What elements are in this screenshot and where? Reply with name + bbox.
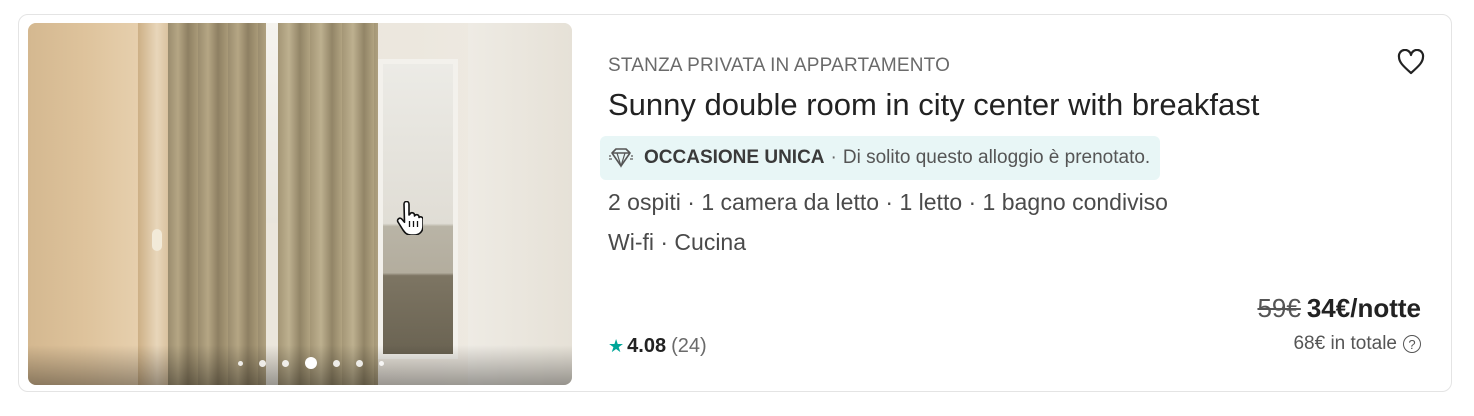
- hand-cursor-icon: [396, 201, 423, 235]
- carousel-dot[interactable]: [379, 360, 384, 366]
- listing-card[interactable]: STANZA PRIVATA IN APPARTAMENTO Sunny dou…: [18, 14, 1452, 392]
- price: 59€ 34€/notte: [1257, 293, 1421, 324]
- carousel-dot[interactable]: [259, 359, 266, 367]
- rating: ★ 4.08 (24): [608, 335, 707, 358]
- carousel-dot[interactable]: [356, 359, 363, 367]
- listing-amenities: Wi-fi · Cucina: [608, 229, 747, 255]
- rating-score: 4.08: [627, 335, 667, 357]
- listing-info: STANZA PRIVATA IN APPARTAMENTO Sunny dou…: [600, 15, 1451, 391]
- carousel-dot[interactable]: [282, 359, 289, 367]
- discounted-price: 34€/notte: [1306, 293, 1421, 323]
- review-count: (24): [671, 335, 707, 357]
- star-icon: ★: [608, 336, 625, 356]
- total-price-label: 68€ in totale: [1293, 333, 1397, 354]
- deal-separator: ·: [830, 147, 837, 168]
- deal-badge: OCCASIONE UNICA · Di solito questo allog…: [600, 136, 1161, 180]
- listing-photo[interactable]: [28, 23, 572, 385]
- heart-icon[interactable]: [1397, 49, 1425, 75]
- carousel-dots[interactable]: [50, 357, 572, 369]
- gem-icon: [609, 148, 633, 169]
- carousel-dot-active[interactable]: [305, 357, 317, 369]
- deal-note: Di solito questo alloggio è prenotato.: [842, 147, 1151, 168]
- carousel-dot[interactable]: [238, 360, 243, 366]
- listing-features: 2 ospiti · 1 camera da letto · 1 letto ·…: [608, 189, 1168, 215]
- total-price[interactable]: 68€ in totale ?: [1293, 333, 1421, 355]
- carousel-dot[interactable]: [333, 359, 340, 367]
- listing-title[interactable]: Sunny double room in city center with br…: [608, 87, 1259, 123]
- help-icon[interactable]: ?: [1403, 335, 1421, 353]
- original-price: 59€: [1257, 293, 1301, 323]
- deal-label: OCCASIONE UNICA: [644, 147, 825, 168]
- room-type: STANZA PRIVATA IN APPARTAMENTO: [608, 55, 951, 76]
